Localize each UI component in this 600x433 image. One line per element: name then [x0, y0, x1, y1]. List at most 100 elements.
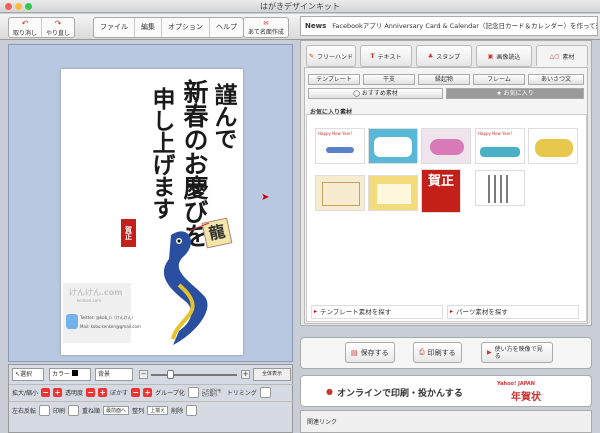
- author-box: けんけん.com kenken.com Twitter: @kob_n（けんけん…: [63, 283, 141, 343]
- flip-icon[interactable]: [39, 405, 51, 416]
- online-print-banner[interactable]: ● オンラインで印刷・投かんする Yahoo! JAPAN 年賀状: [300, 375, 592, 407]
- material-panel: ✎ フリーハンド T テキスト ♣ スタンプ ▣ 画像読込 △○ 素材 テンプレート 干支…: [300, 40, 592, 326]
- tab-material[interactable]: △○ 素材: [536, 45, 588, 67]
- subtab-recommended[interactable]: ◯ おすすめ素材: [308, 88, 443, 99]
- thumb-item[interactable]: Happy New Year!: [475, 128, 525, 164]
- plus-icon[interactable]: +: [53, 388, 63, 397]
- window-title: はがきデザインキット: [260, 2, 340, 11]
- shapes-icon: △○: [549, 52, 560, 60]
- flip-label: 左右反転: [12, 408, 37, 415]
- news-ticker[interactable]: News Facebookアプリ Anniversary Card & Calen…: [300, 16, 598, 36]
- video-label: 使い方を映像で見る: [494, 345, 543, 360]
- news-text: Facebookアプリ Anniversary Card & Calendar（…: [332, 22, 598, 30]
- tab-freehand[interactable]: ✎ フリーハンド: [306, 45, 356, 67]
- thumb-shape: [535, 139, 573, 157]
- trash-icon[interactable]: [186, 405, 198, 416]
- tool-row-2: 左右反転 印刷 重ね順 最前面へ 整列 上揃え 削除: [9, 401, 294, 419]
- thumb-gashou[interactable]: 賀正: [421, 169, 461, 213]
- help-menu[interactable]: ヘルプ: [210, 18, 243, 37]
- background-picker[interactable]: 背景: [95, 368, 133, 381]
- redo-icon: ↷: [54, 18, 62, 28]
- undo-label: 取り消し: [13, 29, 38, 37]
- zoom-out-button[interactable]: −: [139, 370, 148, 379]
- mail-text: Mail: kobo.kenken@gmail.com: [80, 324, 141, 329]
- align-select[interactable]: 上揃え: [147, 406, 169, 415]
- postcard[interactable]: 謹んで 新春のお慶びを 申し上げます 賀正 龍 けんけん.com kenken.…: [61, 69, 243, 355]
- address-group: ✉ あて名面作成: [243, 17, 289, 38]
- thumb-frame: [374, 137, 412, 157]
- minus-icon[interactable]: −: [86, 388, 96, 397]
- close-icon[interactable]: [5, 3, 12, 10]
- print-button[interactable]: ⎙ 印刷する: [413, 342, 462, 363]
- subtab-template[interactable]: テンプレート: [308, 74, 360, 85]
- text-icon: T: [370, 52, 375, 60]
- callig-line1: 謹んで: [210, 83, 237, 149]
- thumb-item-text: Happy New Year!: [318, 131, 353, 136]
- tab-image[interactable]: ▣ 画像読込: [476, 45, 532, 67]
- color-picker[interactable]: カラー: [49, 368, 91, 381]
- document-icon: ▤: [351, 348, 358, 357]
- thumb-item[interactable]: [475, 170, 525, 206]
- video-guide-button[interactable]: ▶ 使い方を映像で見る: [481, 342, 553, 363]
- redo-button[interactable]: ↷ やり直し: [42, 18, 74, 37]
- thumb-shape: [430, 139, 464, 155]
- plus-icon[interactable]: +: [143, 388, 153, 397]
- zoom-in-button[interactable]: +: [241, 370, 250, 379]
- thumb-item[interactable]: [528, 128, 578, 164]
- image-icon: ▣: [487, 52, 494, 60]
- search-parts-button[interactable]: パーツ素材を探す: [447, 305, 579, 319]
- subtab-frame[interactable]: フレーム: [473, 74, 525, 85]
- address-label: あて名面作成: [248, 28, 284, 36]
- select-label: 選択: [20, 371, 33, 378]
- play-icon: ▶: [487, 349, 492, 356]
- minimize-icon[interactable]: [15, 3, 22, 10]
- select-tool[interactable]: ↖選択: [12, 368, 44, 381]
- thumb-item[interactable]: [368, 175, 418, 211]
- cut-label: この部分を切り取り: [201, 387, 222, 397]
- minus-icon[interactable]: −: [41, 388, 51, 397]
- fit-view-button[interactable]: 全体表示: [253, 368, 291, 381]
- subtab-lucky[interactable]: 縁起物: [418, 74, 470, 85]
- subtab-greeting-text[interactable]: あいさつ文: [528, 74, 584, 85]
- file-menu[interactable]: ファイル: [94, 18, 135, 37]
- tab-freehand-label: フリーハンド: [317, 53, 353, 61]
- search-template-button[interactable]: テンプレート素材を探す: [311, 305, 443, 319]
- tab-text[interactable]: T テキスト: [360, 45, 412, 67]
- zoom-icon[interactable]: [25, 3, 32, 10]
- crop-icon[interactable]: [259, 387, 271, 398]
- gashou-seal: 賀正: [121, 219, 136, 247]
- plus-icon[interactable]: +: [98, 388, 108, 397]
- undo-button[interactable]: ↶ 取り消し: [9, 18, 43, 37]
- order-select[interactable]: 最前面へ: [103, 406, 130, 415]
- subtab-favorites[interactable]: ★ お気に入り: [446, 88, 584, 99]
- minus-icon[interactable]: −: [131, 388, 141, 397]
- zoom-slider-thumb[interactable]: [167, 370, 174, 379]
- undo-icon: ↶: [21, 18, 29, 28]
- save-button[interactable]: ▤ 保存する: [345, 342, 395, 363]
- subtab-eto[interactable]: 干支: [363, 74, 415, 85]
- thumb-item[interactable]: Happy New Year!: [315, 128, 365, 164]
- zoom-slider[interactable]: [151, 374, 237, 376]
- design-canvas[interactable]: 謹んで 新春のお慶びを 申し上げます 賀正 龍 けんけん.com kenken.…: [8, 44, 293, 362]
- thumb-item[interactable]: [421, 128, 471, 164]
- bullet-icon: ●: [326, 387, 333, 396]
- thumb-item[interactable]: [315, 175, 365, 211]
- avatar: [66, 314, 78, 329]
- group-label: グループ化: [155, 390, 185, 397]
- blue-dragon-illustration: [163, 223, 210, 345]
- print-toggle-icon[interactable]: [68, 405, 80, 416]
- thumb-item[interactable]: [368, 128, 418, 164]
- options-menu[interactable]: オプション: [162, 18, 210, 37]
- twitter-text: Twitter: @kob_n（けんけん）: [80, 315, 136, 320]
- brand-watermark: けんけん.com: [69, 288, 123, 297]
- app-window: はがきデザインキット ↶ 取り消し ↷ やり直し ファイル 編集 オプション ヘルプ…: [0, 0, 600, 433]
- edit-menu[interactable]: 編集: [135, 18, 162, 37]
- address-side-button[interactable]: ✉ あて名面作成: [244, 18, 288, 37]
- trim-label: トリミング: [226, 390, 257, 397]
- background-label: 背景: [98, 371, 111, 378]
- redo-label: やり直し: [46, 29, 71, 37]
- star-icon: ★: [496, 90, 502, 97]
- group-icon[interactable]: [187, 387, 199, 398]
- tab-stamp[interactable]: ♣ スタンプ: [416, 45, 472, 67]
- action-panel: ▤ 保存する ⎙ 印刷する ▶ 使い方を映像で見る: [300, 337, 592, 369]
